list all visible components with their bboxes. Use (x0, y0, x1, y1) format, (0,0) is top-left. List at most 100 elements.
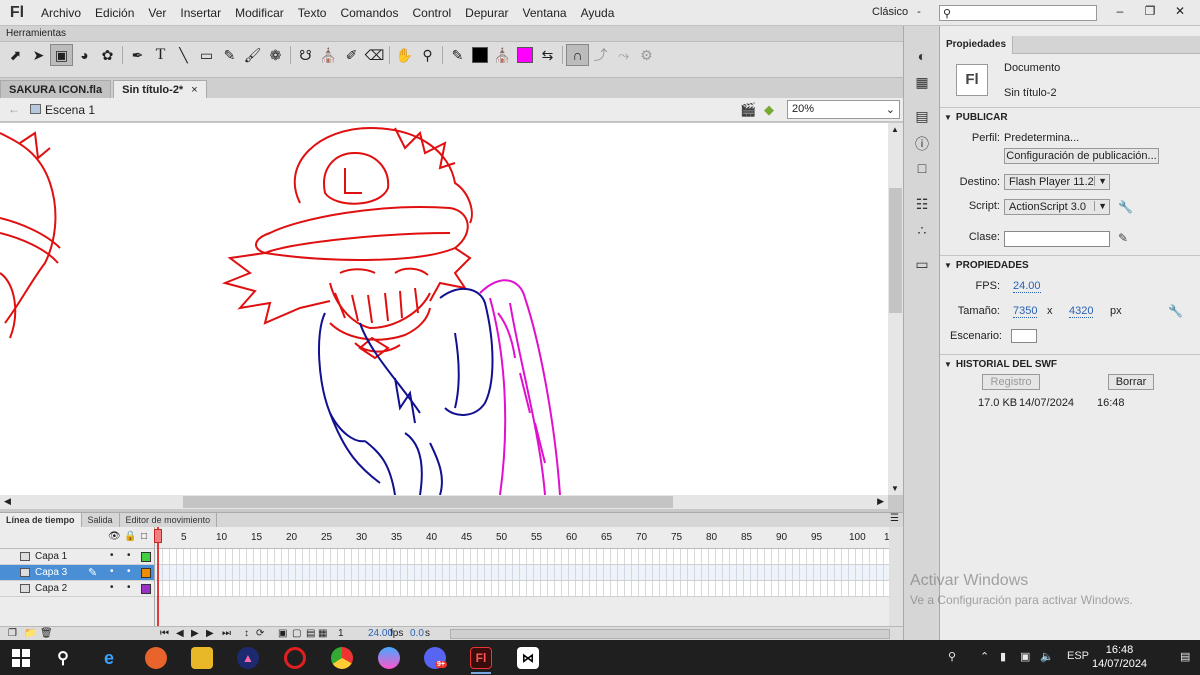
straighten-icon[interactable]: ⤳ (612, 44, 635, 66)
align-icon[interactable]: ▤ (913, 108, 931, 126)
3d-rotation-tool-icon[interactable]: ◕ (73, 44, 96, 66)
scroll-up-icon[interactable]: ▲ (891, 125, 899, 134)
scroll-right-icon[interactable]: ▶ (877, 496, 884, 507)
menu-comandos[interactable]: Comandos (333, 6, 405, 20)
text-tool-icon[interactable]: T (149, 44, 172, 66)
onion-outline-icon[interactable]: ▢ (292, 628, 301, 639)
menu-edicion[interactable]: Edición (88, 6, 141, 20)
clear-button[interactable]: Borrar (1108, 374, 1154, 390)
layer-color-swatch[interactable] (141, 568, 151, 578)
chevron-up-icon[interactable]: ⌃ (980, 650, 989, 663)
components-icon[interactable]: ∴ (913, 222, 931, 240)
battery-icon[interactable]: ▮ (1000, 650, 1006, 663)
step-back-icon[interactable]: ◀ (176, 628, 184, 639)
frame-row-capa-1[interactable] (156, 549, 889, 565)
edit-multiple-frames-icon[interactable]: ▤ (306, 628, 315, 639)
visibility-dot[interactable]: • (110, 566, 114, 577)
lock-dot[interactable]: • (127, 566, 131, 577)
subselection-tool-icon[interactable]: ➤ (27, 44, 50, 66)
workspace-switcher[interactable]: Clásico - (872, 6, 921, 18)
go-to-last-icon[interactable]: ⏭ (222, 628, 231, 639)
wrench-icon[interactable]: 🔧 (1118, 200, 1133, 214)
scroll-thumb[interactable] (889, 188, 902, 313)
eye-icon[interactable]: 👁 (108, 531, 121, 542)
new-folder-icon[interactable]: 📁 (24, 628, 36, 639)
library-icon[interactable]: ☷ (913, 196, 931, 214)
selection-tool-icon[interactable]: ⬈ (4, 44, 27, 66)
outline-icon[interactable]: □ (141, 531, 147, 542)
layer-capa-1[interactable]: Capa 1 • • (0, 549, 154, 565)
pen-tool-icon[interactable]: ✒ (126, 44, 149, 66)
info-icon[interactable]: ⓘ (913, 134, 931, 152)
fps-value[interactable]: 24.00 (1013, 280, 1041, 293)
frame-row-capa-2[interactable] (156, 581, 889, 597)
app-icon[interactable] (378, 647, 400, 669)
modify-markers-icon[interactable]: ▦ (318, 628, 327, 639)
hand-tool-icon[interactable]: ✋ (393, 44, 416, 66)
visibility-dot[interactable]: • (110, 550, 114, 561)
zoom-select[interactable]: 20% ⌄ (787, 100, 900, 119)
timeline-scrollbar[interactable] (889, 527, 903, 627)
stroke-color-swatch[interactable] (472, 47, 488, 63)
properties-icon[interactable]: ▭ (913, 256, 931, 274)
options-icon[interactable]: ⚙ (635, 44, 658, 66)
wrench-icon[interactable]: 🔧 (1168, 304, 1183, 318)
line-tool-icon[interactable]: ╲ (172, 44, 195, 66)
delete-layer-icon[interactable]: 🗑 (40, 628, 53, 639)
tab-motion-editor[interactable]: Editor de movimiento (120, 513, 218, 527)
opera-icon[interactable] (284, 647, 306, 669)
deco-tool-icon[interactable]: ❁ (264, 44, 287, 66)
tab-sakura-icon[interactable]: SAKURA ICON.fla (0, 80, 112, 98)
layer-capa-2[interactable]: Capa 2 • • (0, 581, 154, 597)
playhead-handle[interactable] (154, 529, 162, 543)
playhead[interactable] (157, 527, 159, 637)
log-button[interactable]: Registro (982, 374, 1040, 390)
new-layer-icon[interactable]: ❐ (8, 628, 17, 639)
height-value[interactable]: 4320 (1069, 305, 1094, 318)
step-forward-icon[interactable]: ▶ (206, 628, 214, 639)
stage-vertical-scrollbar[interactable]: ▲ ▼ (888, 123, 903, 495)
eyedropper-tool-icon[interactable]: ✐ (340, 44, 363, 66)
people-icon[interactable]: ⚲ (948, 650, 956, 663)
stage-canvas[interactable] (0, 123, 888, 495)
lock-icon[interactable]: 🔒 (124, 531, 136, 542)
transform-icon[interactable]: □ (913, 160, 931, 178)
close-tab-icon[interactable]: × (191, 84, 197, 96)
lock-dot[interactable]: • (127, 582, 131, 593)
notifications-icon[interactable]: ▤ (1180, 650, 1190, 663)
free-transform-tool-icon[interactable]: ▣ (50, 44, 73, 66)
onion-skin-icon[interactable]: ▣ (278, 628, 287, 639)
brush-tool-icon[interactable]: 🖌 (241, 44, 264, 66)
snap-to-objects-icon[interactable]: ∩ (566, 44, 589, 66)
menu-depurar[interactable]: Depurar (458, 6, 515, 20)
zoom-tool-icon[interactable]: ⚲ (416, 44, 439, 66)
visibility-dot[interactable]: • (110, 582, 114, 593)
close-window-button[interactable]: ✕ (1170, 4, 1190, 20)
menu-control[interactable]: Control (405, 6, 458, 20)
minimize-button[interactable]: – (1110, 4, 1130, 20)
help-search-input[interactable]: ⚲ (939, 5, 1097, 21)
chrome-icon[interactable] (331, 647, 353, 669)
paint-bucket-tool-icon[interactable]: ⛪ (317, 44, 340, 66)
capcut-icon[interactable]: ⋈ (517, 647, 539, 669)
swf-history-section-header[interactable]: ▼ HISTORIAL DEL SWF (940, 354, 1200, 372)
panel-menu-icon[interactable]: ☰ (890, 513, 899, 524)
layer-color-swatch[interactable] (141, 584, 151, 594)
color-panel-icon[interactable]: ◐ (913, 48, 931, 66)
clock[interactable]: 16:48 14/07/2024 (1092, 643, 1147, 671)
windows-start-icon[interactable] (10, 647, 32, 669)
stage-color-swatch[interactable] (1011, 329, 1037, 343)
edit-scene-icon[interactable]: 🎬 (740, 102, 756, 118)
scroll-down-icon[interactable]: ▼ (891, 484, 899, 493)
file-explorer-icon[interactable] (191, 647, 213, 669)
menu-archivo[interactable]: Archivo (34, 6, 88, 20)
menu-insertar[interactable]: Insertar (173, 6, 228, 20)
menu-ayuda[interactable]: Ayuda (574, 6, 622, 20)
tab-sin-titulo-2[interactable]: Sin título-2* × (113, 80, 207, 98)
eraser-tool-icon[interactable]: ⌫ (363, 44, 386, 66)
play-icon[interactable]: ▶ (191, 628, 199, 639)
discord-icon[interactable]: 9+ (424, 647, 447, 669)
target-select[interactable]: Flash Player 11.2 ▼ (1004, 174, 1110, 190)
search-icon[interactable]: ⚲ (52, 647, 74, 669)
scroll-thumb[interactable] (183, 496, 673, 508)
